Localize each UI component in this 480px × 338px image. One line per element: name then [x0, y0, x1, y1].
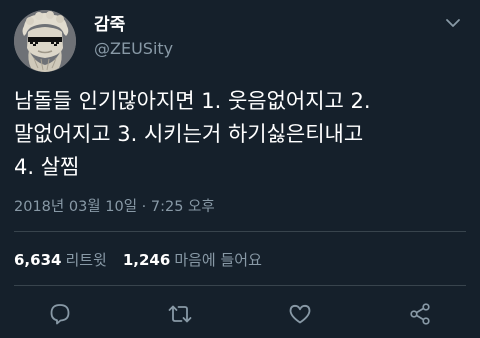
avatar[interactable]	[14, 10, 76, 72]
reply-icon[interactable]	[47, 301, 73, 327]
display-name[interactable]: 감죽	[94, 14, 173, 36]
tweet-stats: 6,634 리트윗 1,246 마음에 들어요	[14, 250, 262, 270]
divider	[14, 231, 466, 232]
likes-count: 1,246	[122, 251, 171, 269]
tweet-header: 감죽 @ZEUSity	[14, 10, 466, 72]
likes-label: 마음에 들어요	[174, 251, 262, 269]
retweets-label: 리트윗	[65, 251, 107, 269]
user-names: 감죽 @ZEUSity	[94, 14, 173, 60]
share-icon[interactable]	[407, 301, 433, 327]
tweet-actions	[0, 301, 480, 327]
chevron-down-icon[interactable]	[444, 14, 462, 32]
retweets-stat[interactable]: 6,634 리트윗	[14, 251, 107, 269]
divider	[14, 285, 466, 286]
heart-icon[interactable]	[287, 301, 313, 327]
avatar-image	[14, 10, 76, 72]
retweet-icon[interactable]	[167, 301, 193, 327]
likes-stat[interactable]: 1,246 마음에 들어요	[123, 251, 262, 269]
retweets-count: 6,634	[14, 251, 62, 269]
user-handle[interactable]: @ZEUSity	[94, 38, 173, 60]
tweet-timestamp[interactable]: 2018년 03월 10일 · 7:25 오후	[14, 197, 215, 217]
tweet-text: 남돌들 인기많아지면 1. 웃음없어지고 2. 말없어지고 3. 시키는거 하기…	[14, 89, 371, 179]
